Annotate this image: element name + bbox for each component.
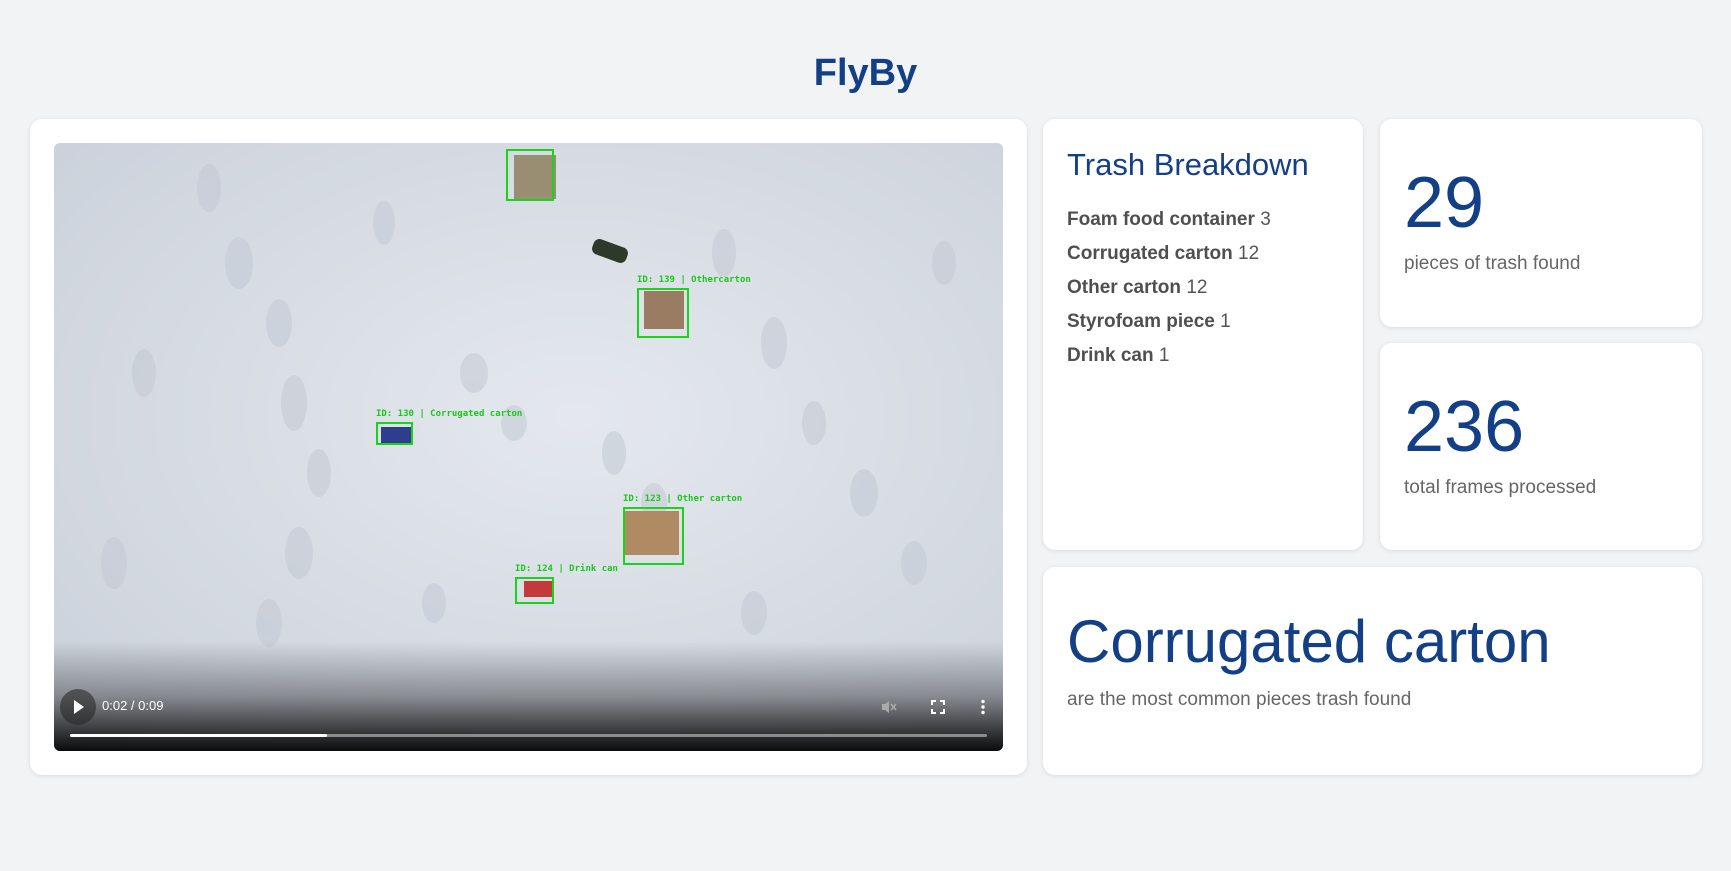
- video-progress-bar[interactable]: [70, 734, 987, 737]
- frames-caption: total frames processed: [1404, 477, 1597, 498]
- breakdown-item-count: 12: [1186, 277, 1208, 298]
- breakdown-item: Drink can 1: [1067, 339, 1339, 373]
- video-player[interactable]: ID: 139 | Othercarton ID: 130 | Corrugat…: [54, 143, 1003, 751]
- frames-value: 236: [1404, 387, 1525, 467]
- detection-label: ID: 139 | Othercarton: [637, 275, 751, 285]
- breakdown-item-name: Drink can: [1067, 345, 1154, 366]
- breakdown-item-count: 12: [1238, 243, 1260, 264]
- trash-count-caption: pieces of trash found: [1404, 253, 1581, 274]
- most-common-card: Corrugated carton are the most common pi…: [1043, 567, 1702, 775]
- trash-count-card: 29 pieces of trash found: [1380, 119, 1702, 327]
- detection-box: [376, 422, 413, 445]
- breakdown-item-count: 3: [1260, 209, 1271, 230]
- breakdown-item-name: Corrugated carton: [1067, 243, 1233, 264]
- fullscreen-icon[interactable]: [929, 698, 947, 716]
- play-icon[interactable]: [60, 689, 96, 725]
- video-time: 0:02 / 0:09: [102, 698, 164, 713]
- video-controls: 0:02 / 0:09: [54, 641, 1003, 751]
- breakdown-item-name: Other carton: [1067, 277, 1182, 298]
- breakdown-title: Trash Breakdown: [1067, 147, 1309, 182]
- detection-box: [506, 149, 554, 201]
- most-common-caption: are the most common pieces trash found: [1067, 689, 1412, 710]
- breakdown-item-count: 1: [1220, 311, 1231, 332]
- detection-label: ID: 130 | Corrugated carton: [376, 409, 523, 419]
- breakdown-item-name: Styrofoam piece: [1067, 311, 1215, 332]
- trash-breakdown-card: Trash Breakdown Foam food container 3 Co…: [1043, 119, 1363, 550]
- detection-box: [515, 577, 554, 604]
- trash-count-value: 29: [1404, 163, 1485, 243]
- more-options-icon[interactable]: [974, 698, 992, 716]
- detection-label: ID: 124 | Drink can: [515, 564, 618, 574]
- detection-label: ID: 123 | Other carton: [623, 494, 743, 504]
- breakdown-item: Styrofoam piece 1: [1067, 305, 1339, 339]
- video-progress-fill: [70, 734, 327, 737]
- most-common-value: Corrugated carton: [1067, 608, 1551, 675]
- breakdown-item-name: Foam food container: [1067, 209, 1255, 230]
- breakdown-item: Corrugated carton 12: [1067, 237, 1339, 271]
- frames-card: 236 total frames processed: [1380, 343, 1702, 550]
- breakdown-item: Other carton 12: [1067, 271, 1339, 305]
- breakdown-item-count: 1: [1158, 345, 1170, 366]
- detection-box: [623, 507, 684, 565]
- detection-box: [637, 288, 689, 338]
- breakdown-item: Foam food container 3: [1067, 203, 1339, 237]
- app-title: FlyBy: [813, 52, 918, 94]
- mute-icon[interactable]: [880, 698, 898, 716]
- video-card: ID: 139 | Othercarton ID: 130 | Corrugat…: [30, 119, 1027, 775]
